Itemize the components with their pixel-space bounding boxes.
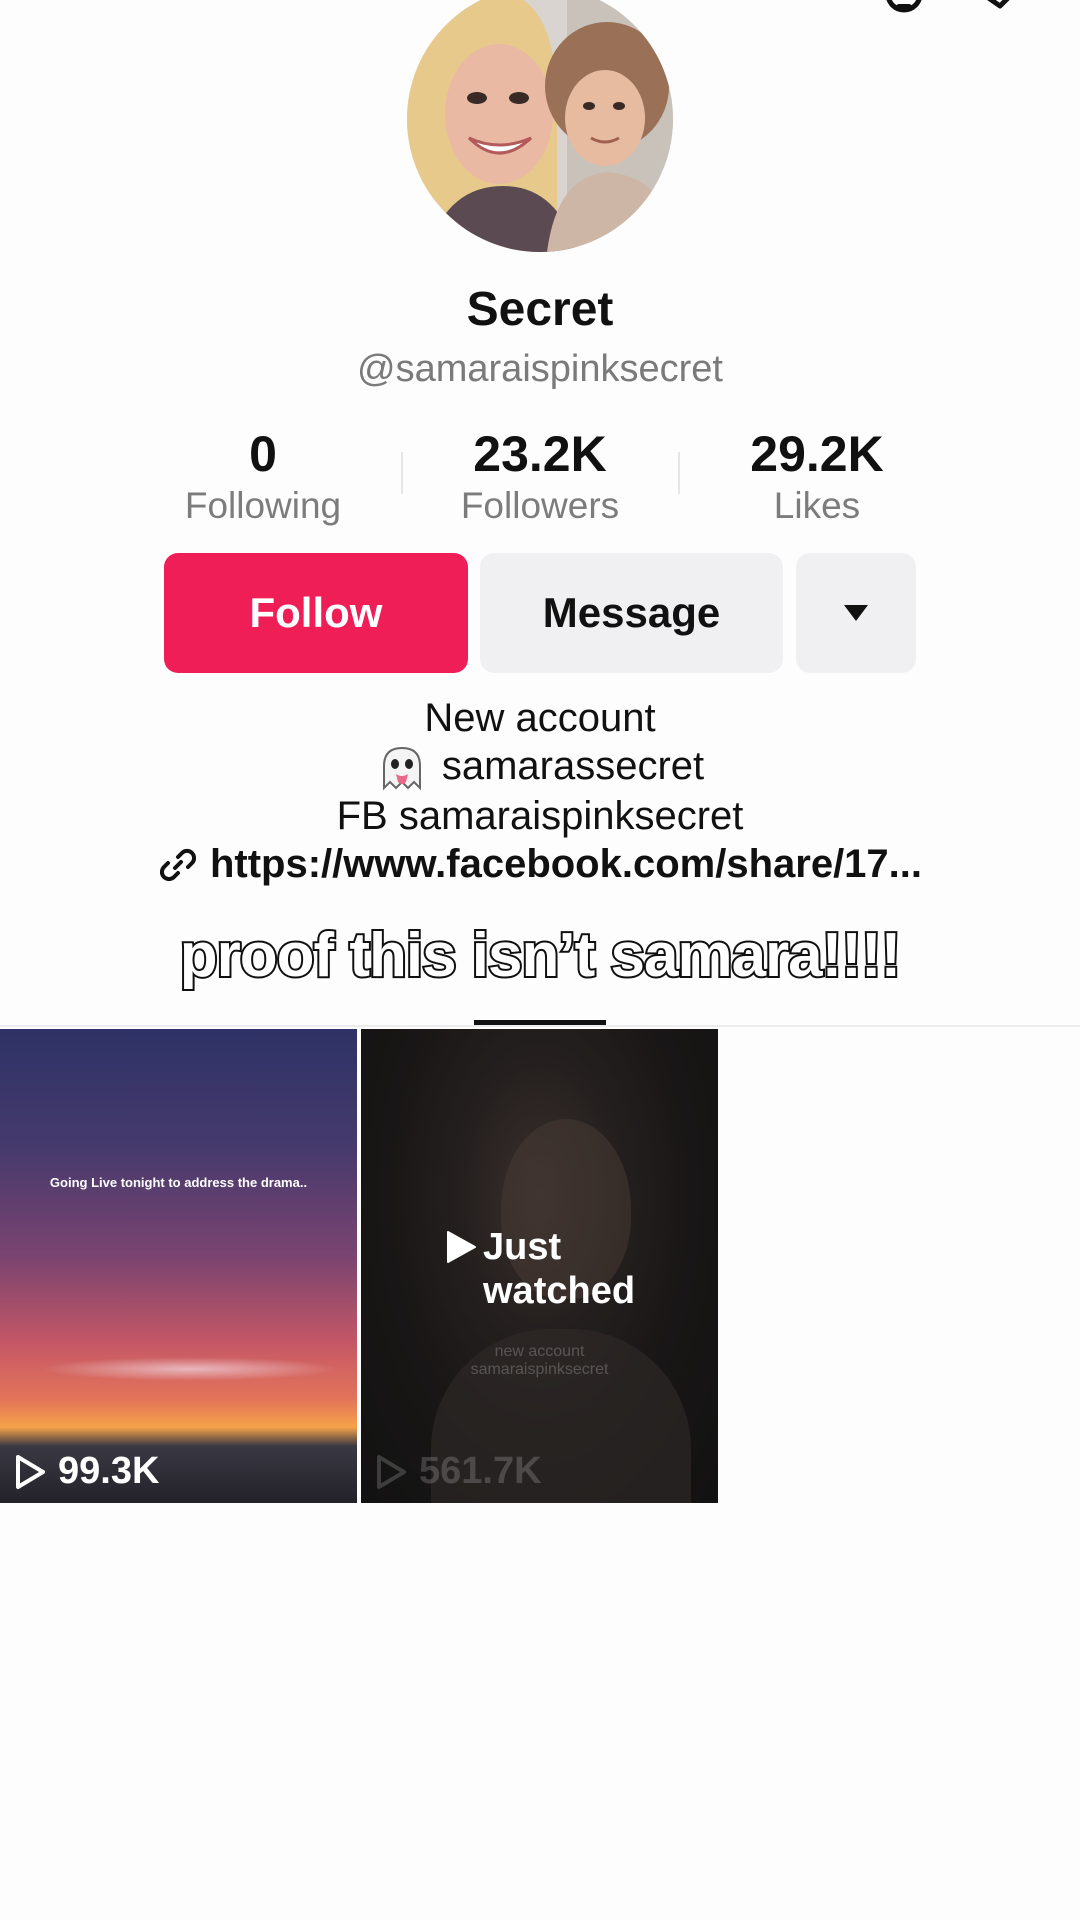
sunset-clouds (40, 1357, 340, 1381)
play-outline-icon (377, 1454, 406, 1489)
snapchat-username: samarassecret (441, 744, 705, 788)
suggested-accounts-button[interactable] (796, 553, 916, 673)
stat-followers[interactable]: 23.2K Followers (420, 425, 660, 529)
notification-bell-icon[interactable] (886, 0, 922, 13)
profile-avatar[interactable] (407, 0, 673, 252)
username-handle: @samaraispinksecret (357, 348, 723, 390)
stat-label: Followers (460, 485, 620, 526)
video-thumbnail[interactable]: Going Live tonight to address the drama.… (0, 1029, 357, 1503)
just-watched-text: watched (483, 1270, 636, 1312)
play-outline-icon (16, 1454, 45, 1489)
message-button[interactable]: Message (480, 553, 783, 673)
link-icon (159, 848, 197, 881)
video-caption-overlay: proof this isn’t samara!!!! (178, 919, 904, 992)
thumbnail-text-line: new account (494, 1343, 585, 1360)
follow-button-label: Follow (249, 589, 383, 636)
bio-link-text: https://www.facebook.com/share/17... (209, 842, 923, 886)
thumbnail-text-line: samaraispinksecret (470, 1361, 609, 1378)
active-tab-indicator (474, 1020, 606, 1025)
stat-label: Likes (773, 485, 861, 526)
tab-divider (0, 1025, 1080, 1027)
divider (678, 452, 680, 494)
share-icon[interactable] (980, 0, 1020, 9)
thumbnail-text: new account samaraispinksecret (361, 1343, 718, 1379)
profile-bio: New account samarassecret FB samaraispin… (0, 694, 1080, 840)
display-name: Secret (466, 283, 614, 336)
view-count-value: 561.7K (419, 1450, 542, 1492)
divider (401, 452, 403, 494)
back-arrow-icon[interactable] (40, 0, 80, 12)
bio-link[interactable]: https://www.facebook.com/share/17... (0, 842, 1080, 887)
view-count: 99.3K (14, 1450, 159, 1493)
just-watched-text: Just (483, 1226, 562, 1268)
stat-value: 0 (249, 426, 277, 482)
ghost-icon (382, 747, 421, 791)
view-count-value: 99.3K (58, 1450, 160, 1492)
stat-following[interactable]: 0 Following (143, 425, 383, 529)
message-button-label: Message (542, 589, 721, 636)
thumbnail-text: Going Live tonight to address the drama.… (49, 1175, 308, 1190)
profile-stats: 0 Following 23.2K Followers 29.2K Likes (0, 425, 1080, 526)
bio-line: New account (424, 696, 656, 740)
stat-likes[interactable]: 29.2K Likes (697, 425, 937, 529)
follow-button[interactable]: Follow (164, 553, 468, 673)
stat-value: 23.2K (473, 426, 607, 482)
view-count: 561.7K (375, 1450, 542, 1493)
stat-label: Following (184, 485, 342, 526)
bio-line: FB samaraispinksecret (336, 794, 744, 839)
video-thumbnail[interactable]: new account samaraispinksecret Just watc… (361, 1029, 718, 1503)
bio-line: samarassecret (0, 742, 1080, 792)
play-icon (447, 1231, 476, 1263)
stat-value: 29.2K (750, 426, 884, 482)
just-watched-label: Just watched (445, 1225, 635, 1313)
caret-down-icon (844, 605, 868, 621)
